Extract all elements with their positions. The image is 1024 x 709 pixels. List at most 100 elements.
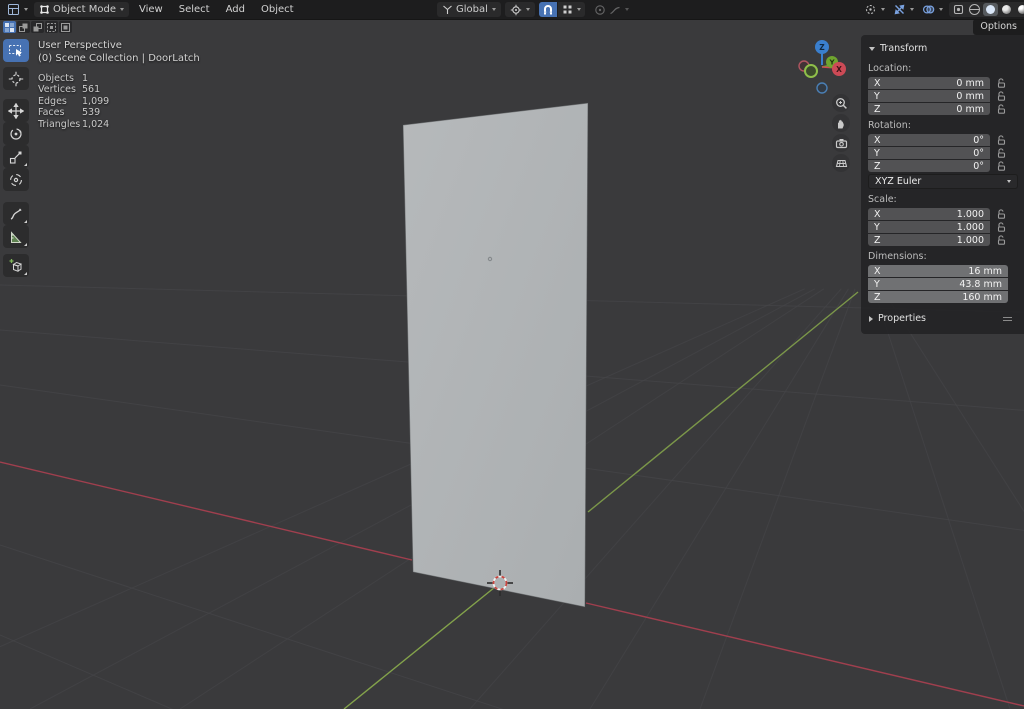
rotation-x-row: X 0° <box>868 134 1024 146</box>
material-sphere-icon <box>1002 5 1011 14</box>
select-mode-set[interactable] <box>3 21 16 33</box>
dropdown-caret <box>491 8 496 11</box>
dropdown-caret <box>939 8 943 11</box>
gizmo-neg-z-ball[interactable] <box>816 82 828 94</box>
ortho-grid-icon <box>835 159 847 167</box>
rotation-fields: X 0° Y 0° Z 0° <box>861 134 1024 172</box>
tool-select-box[interactable] <box>3 39 29 62</box>
rotation-y-field[interactable]: Y 0° <box>868 147 990 159</box>
dimensions-x-field[interactable]: X 16 mm <box>868 265 1008 277</box>
select-mode-subtract[interactable] <box>31 21 44 33</box>
context-breadcrumb: (0) Scene Collection | DoorLatch <box>38 52 200 64</box>
location-label: Location: <box>868 63 912 74</box>
toggle-perspective-button[interactable] <box>832 154 850 172</box>
properties-panel-header[interactable]: Properties <box>861 311 1024 328</box>
scale-label: Scale: <box>868 194 897 205</box>
navigation-gizmo[interactable]: Y X Z <box>792 36 854 98</box>
scale-x-row: X 1.000 <box>868 208 1024 220</box>
location-y-lock[interactable] <box>990 91 1012 101</box>
toggle-xray-button[interactable] <box>951 3 966 16</box>
shading-solid-button[interactable] <box>983 3 998 16</box>
show-gizmos-toggle[interactable] <box>862 2 887 17</box>
select-mode-invert[interactable] <box>45 21 58 33</box>
editor-type-selector[interactable] <box>4 2 30 17</box>
location-x-field[interactable]: X 0 mm <box>868 77 990 89</box>
rotation-mode-value: XYZ Euler <box>875 176 922 187</box>
scale-y-lock[interactable] <box>990 222 1012 232</box>
snap-toggle[interactable] <box>538 2 557 17</box>
dropdown-caret <box>120 8 124 11</box>
move-tool-icon <box>8 102 24 119</box>
rotation-x-lock[interactable] <box>990 135 1012 145</box>
tool-transform[interactable] <box>3 168 29 191</box>
scale-z-row: Z 1.000 <box>868 234 1024 246</box>
tool-annotate[interactable] <box>3 202 29 225</box>
menu-view[interactable]: View <box>133 2 169 17</box>
dropdown-caret <box>910 8 914 11</box>
select-mode-row <box>3 21 72 33</box>
dimensions-y-row: Y 43.8 mm <box>868 278 1024 290</box>
rotation-z-field[interactable]: Z 0° <box>868 160 990 172</box>
location-fields: X 0 mm Y 0 mm Z 0 mm <box>861 77 1024 115</box>
scale-z-lock[interactable] <box>990 235 1012 245</box>
proportional-editing-toggle[interactable] <box>589 2 634 17</box>
menu-object[interactable]: Object <box>255 2 300 17</box>
dimensions-label: Dimensions: <box>868 251 927 262</box>
snap-target-selector[interactable] <box>557 2 585 17</box>
transform-panel-header[interactable]: Transform <box>861 41 1024 58</box>
select-mode-extend[interactable] <box>17 21 30 33</box>
menu-select[interactable]: Select <box>173 2 216 17</box>
falloff-curve-icon <box>609 4 621 16</box>
location-z-field[interactable]: Z 0 mm <box>868 103 990 115</box>
tool-rotate[interactable] <box>3 122 29 145</box>
annotate-pen-icon <box>10 208 22 220</box>
location-z-lock[interactable] <box>990 104 1012 114</box>
rotation-y-row: Y 0° <box>868 147 1024 159</box>
dropdown-caret <box>24 8 28 11</box>
location-x-lock[interactable] <box>990 78 1012 88</box>
scale-x-field[interactable]: X 1.000 <box>868 208 990 220</box>
tool-add-cube[interactable] <box>3 254 29 277</box>
select-mode-intersect[interactable] <box>59 21 72 33</box>
show-overlays-toggle[interactable] <box>920 2 945 17</box>
dropdown-caret <box>624 8 629 11</box>
zoom-button[interactable] <box>832 94 850 112</box>
tool-move[interactable] <box>3 99 29 122</box>
pan-button[interactable] <box>832 114 850 132</box>
gizmo-neg-y-ball[interactable] <box>804 64 818 78</box>
rotation-y-lock[interactable] <box>990 148 1012 158</box>
dimensions-z-field[interactable]: Z 160 mm <box>868 291 1008 303</box>
tool-scale[interactable] <box>3 145 29 168</box>
scale-z-field[interactable]: Z 1.000 <box>868 234 990 246</box>
zoom-magnifier-icon <box>835 97 847 109</box>
viewport-options-button[interactable]: Options <box>973 19 1024 35</box>
rotation-x-field[interactable]: X 0° <box>868 134 990 146</box>
transform-orientation-selector[interactable]: Global <box>437 2 501 17</box>
shading-material-button[interactable] <box>999 3 1014 16</box>
rotation-z-lock[interactable] <box>990 161 1012 171</box>
scale-y-field[interactable]: Y 1.000 <box>868 221 990 233</box>
shading-rendered-button[interactable] <box>1015 3 1024 16</box>
rotate-tool-icon <box>10 127 22 140</box>
dimensions-y-field[interactable]: Y 43.8 mm <box>868 278 1008 290</box>
transform-tool-icon <box>10 173 22 186</box>
location-x-row: X 0 mm <box>868 77 1024 89</box>
options-label: Options <box>980 21 1017 32</box>
camera-view-button[interactable] <box>832 134 850 152</box>
tool-measure[interactable] <box>3 225 29 248</box>
measure-protractor-icon <box>11 230 22 243</box>
shading-wireframe-button[interactable] <box>967 3 982 16</box>
dropdown-caret <box>576 8 581 11</box>
scale-x-lock[interactable] <box>990 209 1012 219</box>
tool-cursor[interactable] <box>3 67 29 90</box>
properties-panel-title: Properties <box>878 313 927 324</box>
menu-add[interactable]: Add <box>220 2 251 17</box>
location-y-field[interactable]: Y 0 mm <box>868 90 990 102</box>
mode-selector[interactable]: Object Mode <box>34 2 129 17</box>
rotation-mode-dropdown[interactable]: XYZ Euler <box>868 174 1018 189</box>
xray-gizmo-toggle[interactable] <box>891 2 916 17</box>
pivot-point-selector[interactable] <box>504 2 535 17</box>
cursor-tool-icon <box>8 71 24 86</box>
object-mode-icon <box>39 4 50 15</box>
panel-drag-grip[interactable] <box>1003 316 1012 321</box>
